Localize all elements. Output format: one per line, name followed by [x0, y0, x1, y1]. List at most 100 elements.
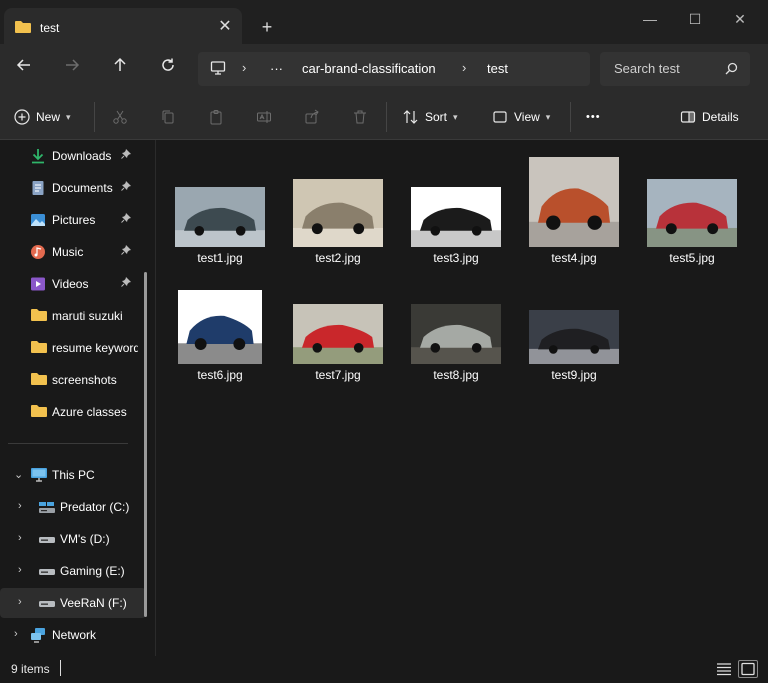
sidebar-item-drive-vm-s-d-[interactable]: › VM's (D:) — [0, 524, 146, 554]
breadcrumb-overflow[interactable]: ··· — [270, 61, 283, 76]
delete-button[interactable] — [352, 104, 368, 130]
details-pane-button[interactable]: Details — [680, 104, 739, 130]
file-thumbnail — [403, 304, 509, 364]
drive-icon — [38, 595, 55, 611]
sidebar-item-maruti-suzuki[interactable]: maruti suzuki — [0, 301, 146, 331]
search-input[interactable]: Search test — [614, 61, 680, 76]
file-name: test9.jpg — [551, 368, 597, 382]
sidebar-item-drive-predator-c-[interactable]: › Predator (C:) — [0, 492, 146, 522]
refresh-button[interactable] — [154, 56, 182, 82]
forward-arrow-icon — [66, 59, 80, 71]
pin-icon[interactable] — [121, 180, 132, 194]
sidebar-item-resume-keywords[interactable]: resume keywords — [0, 333, 146, 363]
sidebar-item-pictures[interactable]: Pictures — [0, 205, 146, 235]
sidebar-item-label: VeeRaN (F:) — [60, 596, 127, 610]
status-bar: 9 items — [0, 656, 768, 683]
minimize-button[interactable]: — — [630, 6, 670, 32]
new-button[interactable]: New ▾ — [14, 104, 71, 130]
folder-icon — [30, 404, 47, 420]
close-tab-button[interactable]: ✕ — [214, 16, 236, 38]
chevron-down-icon: ▾ — [453, 111, 458, 122]
computer-icon — [30, 467, 47, 483]
file-item[interactable]: test9.jpg — [521, 268, 627, 384]
pin-icon[interactable] — [121, 212, 132, 226]
share-button[interactable] — [304, 104, 320, 130]
rename-button[interactable] — [256, 104, 272, 130]
folder-icon — [30, 308, 47, 324]
pin-icon[interactable] — [121, 244, 132, 258]
file-name: test7.jpg — [315, 368, 361, 382]
cut-button[interactable] — [112, 104, 128, 130]
sidebar-item-network[interactable]: › Network — [0, 620, 146, 650]
sidebar-item-label: Network — [52, 628, 97, 642]
view-button[interactable]: View ▾ — [492, 104, 550, 130]
maximize-button[interactable]: ☐ — [675, 6, 715, 32]
plus-circle-icon — [14, 109, 30, 125]
chevron-right-icon: › — [242, 60, 247, 75]
details-view-toggle[interactable] — [714, 660, 734, 678]
back-arrow-icon — [16, 59, 30, 71]
new-tab-button[interactable]: + — [256, 16, 278, 38]
file-item[interactable]: test7.jpg — [285, 268, 391, 384]
paste-button[interactable] — [208, 104, 224, 130]
file-thumbnail — [521, 157, 627, 247]
pin-icon[interactable] — [121, 148, 132, 162]
sidebar-item-azure-classes[interactable]: Azure classes — [0, 397, 146, 427]
file-item[interactable]: test2.jpg — [285, 151, 391, 267]
system-drive-icon — [38, 499, 55, 515]
sidebar-item-documents[interactable]: Documents — [0, 173, 146, 203]
file-item[interactable]: test8.jpg — [403, 268, 509, 384]
close-window-button[interactable]: ✕ — [720, 6, 760, 32]
file-thumbnail — [639, 179, 745, 247]
breadcrumb-car-brand-classification[interactable]: car-brand-classification — [302, 61, 436, 76]
sidebar-item-screenshots[interactable]: screenshots — [0, 365, 146, 395]
sidebar-item-this-pc[interactable]: ⌄ This PC — [0, 460, 146, 490]
sidebar-item-videos[interactable]: Videos — [0, 269, 146, 299]
file-item[interactable]: test5.jpg — [639, 151, 745, 267]
address-bar[interactable]: › ··· car-brand-classification › test — [198, 52, 590, 86]
sort-button[interactable]: Sort ▾ — [403, 104, 458, 130]
chevron-right-icon[interactable]: › — [18, 500, 22, 512]
file-thumbnail — [403, 187, 509, 247]
chevron-down-icon: ⌄ — [14, 469, 24, 481]
file-item[interactable]: test4.jpg — [521, 151, 627, 267]
share-icon — [305, 109, 319, 124]
forward-button[interactable] — [58, 56, 86, 82]
pictures-icon — [30, 212, 46, 228]
up-button[interactable] — [106, 56, 134, 82]
file-name: test8.jpg — [433, 368, 479, 382]
sidebar-item-downloads[interactable]: Downloads — [0, 141, 146, 171]
tab-test[interactable]: test ✕ — [4, 8, 242, 46]
pin-icon[interactable] — [121, 276, 132, 290]
sidebar-item-label: Predator (C:) — [60, 500, 130, 514]
file-explorer-window: test ✕ + — ☐ ✕ › ··· car-brand-classific… — [0, 0, 768, 683]
chevron-right-icon: › — [462, 60, 467, 75]
navigation-divider — [8, 443, 128, 444]
chevron-right-icon[interactable]: › — [18, 564, 22, 576]
navigation-pane: Downloads Documents Pictures Music Videos mar… — [0, 140, 156, 656]
copy-button[interactable] — [160, 104, 176, 130]
sidebar-item-label: Azure classes — [52, 405, 127, 419]
chevron-right-icon[interactable]: › — [18, 596, 22, 608]
up-arrow-icon — [114, 57, 126, 71]
sidebar-item-drive-veeran-f-[interactable]: › VeeRaN (F:) — [0, 588, 146, 618]
more-options-button[interactable]: ••• — [586, 104, 601, 130]
chevron-right-icon[interactable]: › — [18, 532, 22, 544]
sidebar-item-label: Gaming (E:) — [60, 564, 125, 578]
breadcrumb-test[interactable]: test — [487, 61, 508, 76]
large-icons-view-toggle[interactable] — [738, 660, 758, 678]
file-item[interactable]: test1.jpg — [167, 151, 273, 267]
chevron-right-icon: › — [14, 628, 18, 640]
sidebar-item-music[interactable]: Music — [0, 237, 146, 267]
sidebar-item-drive-gaming-e-[interactable]: › Gaming (E:) — [0, 556, 146, 586]
file-name: test1.jpg — [197, 251, 243, 265]
back-button[interactable] — [10, 56, 38, 82]
navigation-scrollbar[interactable] — [144, 272, 147, 617]
file-item[interactable]: test6.jpg — [167, 268, 273, 384]
file-item[interactable]: test3.jpg — [403, 151, 509, 267]
folder-icon — [30, 372, 47, 388]
view-label: View — [514, 110, 540, 124]
search-box[interactable]: Search test — [600, 52, 750, 86]
chevron-down-icon: ▾ — [66, 111, 71, 122]
toolbar-divider — [386, 102, 387, 132]
